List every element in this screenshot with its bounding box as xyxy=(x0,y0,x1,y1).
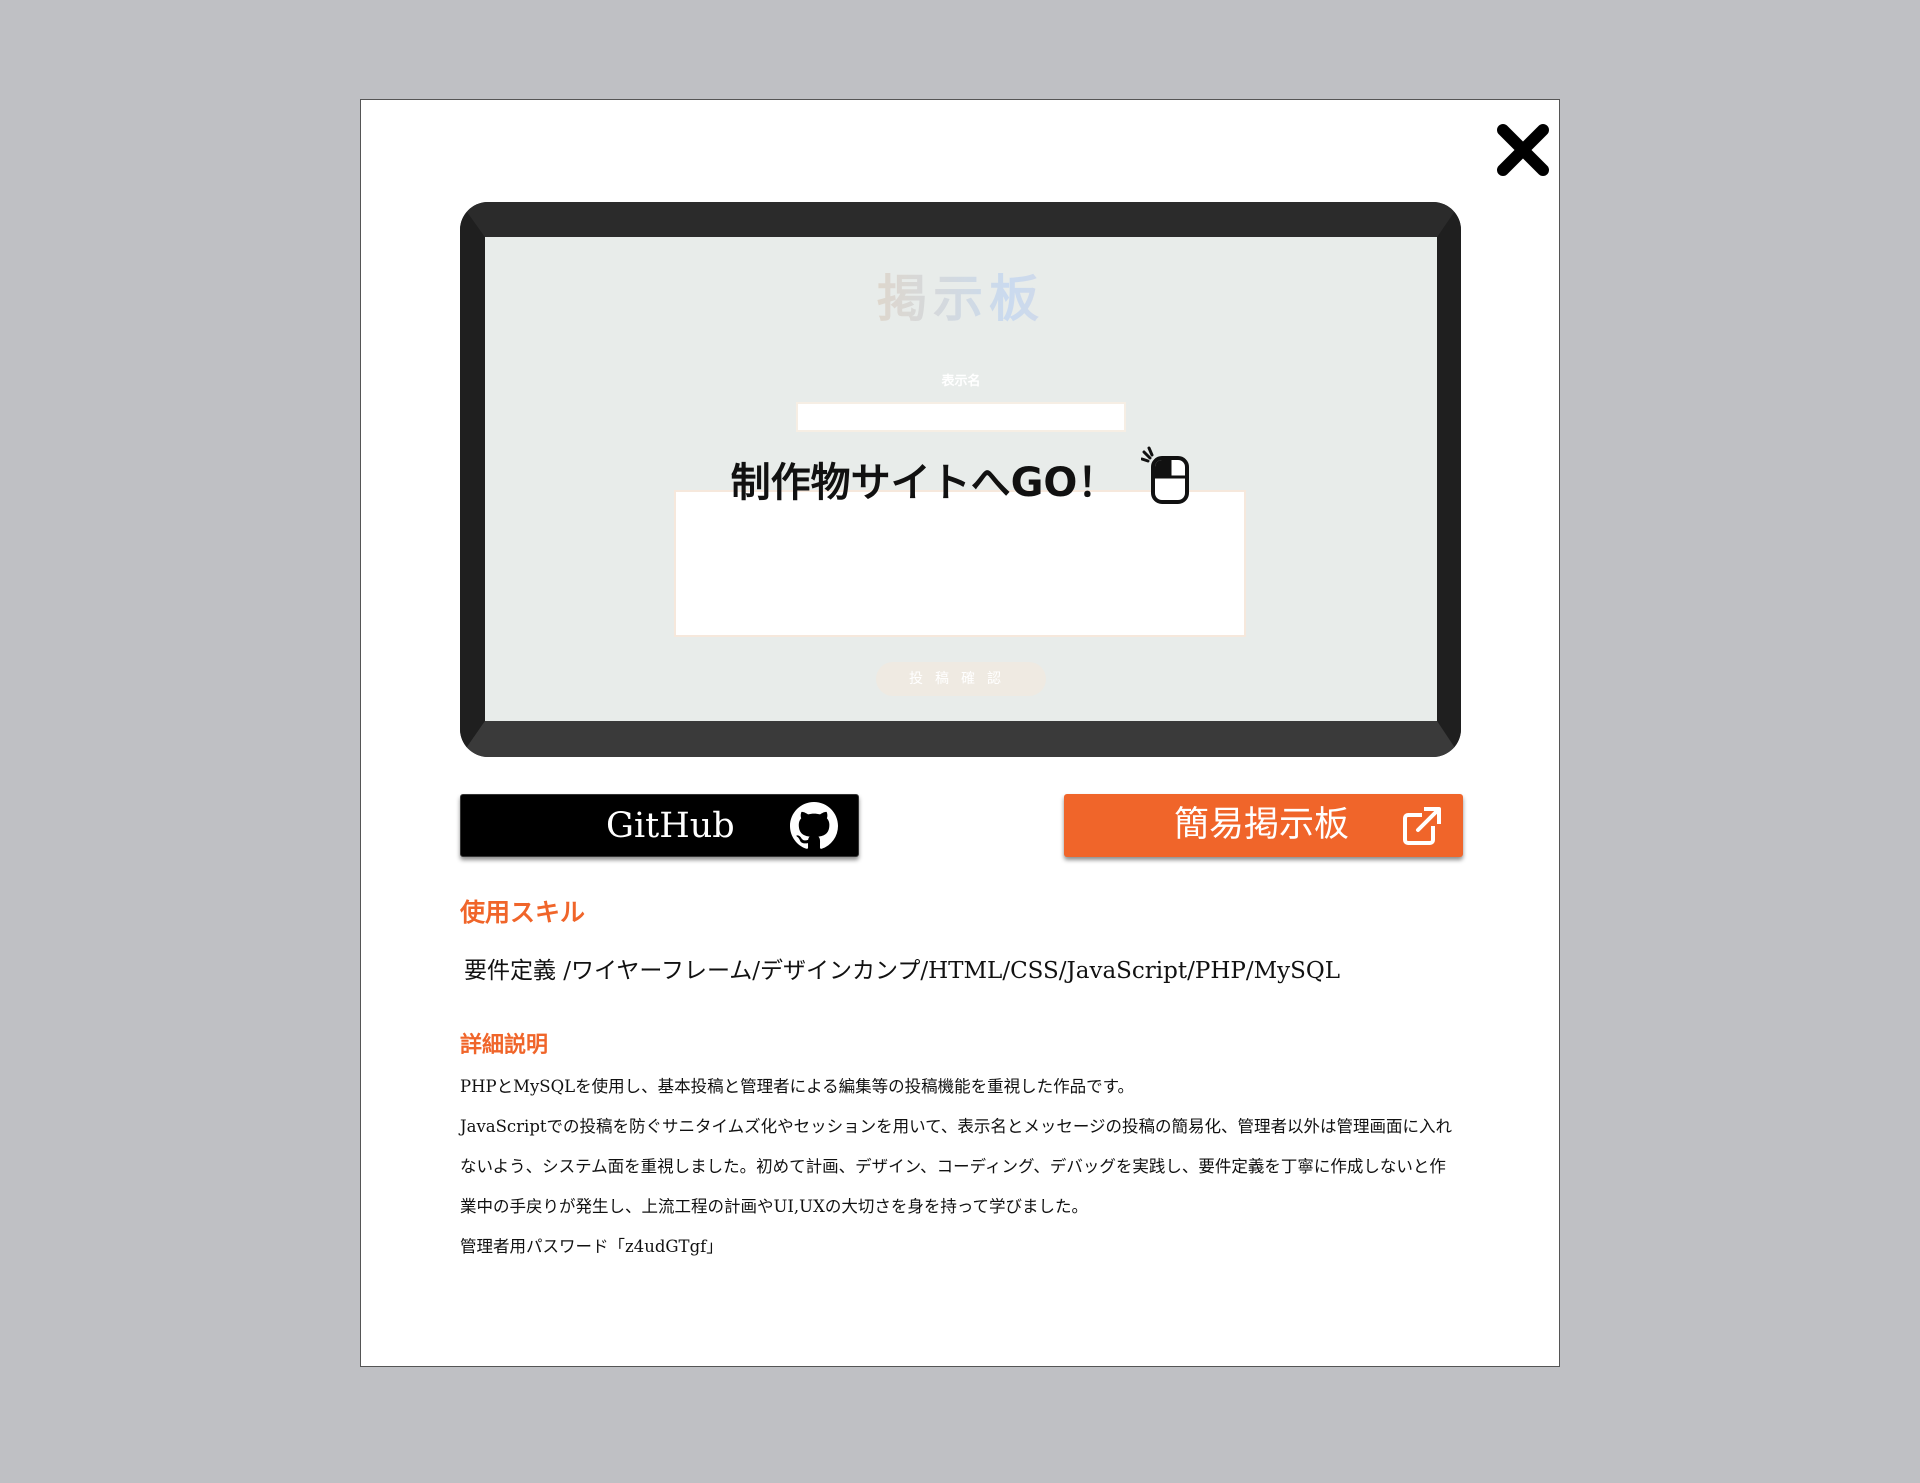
detail-heading: 詳細説明 xyxy=(460,1032,549,1058)
monitor-frame: 掲示板 表示名 投稿確認 制作物サイトへGO！ xyxy=(460,202,1461,757)
preview-message-textarea xyxy=(674,490,1246,637)
close-icon[interactable] xyxy=(1491,118,1555,182)
preview-submit-button: 投稿確認 xyxy=(876,662,1046,696)
site-link-button[interactable]: 簡易掲示板 xyxy=(1064,794,1463,857)
github-button-label: GitHub xyxy=(606,806,735,846)
github-button[interactable]: GitHub xyxy=(460,794,859,857)
preview-name-label: 表示名 xyxy=(941,374,981,389)
detail-description: PHPとMySQLを使用し、基本投稿と管理者による編集等の投稿機能を重視した作品… xyxy=(460,1067,1460,1267)
detail-line: JavaScriptでの投稿を防ぐサニタイムズ化やセッションを用いて、表示名とメ… xyxy=(460,1117,1453,1216)
skills-text: 要件定義 /ワイヤーフレーム/デザインカンプ/HTML/CSS/JavaScri… xyxy=(464,958,1341,984)
admin-password-text: 管理者用パスワード「z4udGTgf」 xyxy=(460,1237,723,1256)
skills-heading: 使用スキル xyxy=(460,898,586,927)
project-modal: 掲示板 表示名 投稿確認 制作物サイトへGO！ GitHub 簡易掲示板 使用ス… xyxy=(360,99,1560,1367)
detail-line: PHPとMySQLを使用し、基本投稿と管理者による編集等の投稿機能を重視した作品… xyxy=(460,1077,1134,1096)
preview-name-input xyxy=(796,402,1126,432)
external-link-icon xyxy=(1402,806,1442,850)
site-link-label: 簡易掲示板 xyxy=(1174,805,1350,845)
site-preview-link[interactable]: 掲示板 表示名 投稿確認 制作物サイトへGO！ xyxy=(485,237,1437,721)
preview-title: 掲示板 xyxy=(485,259,1437,331)
github-icon xyxy=(790,802,838,854)
